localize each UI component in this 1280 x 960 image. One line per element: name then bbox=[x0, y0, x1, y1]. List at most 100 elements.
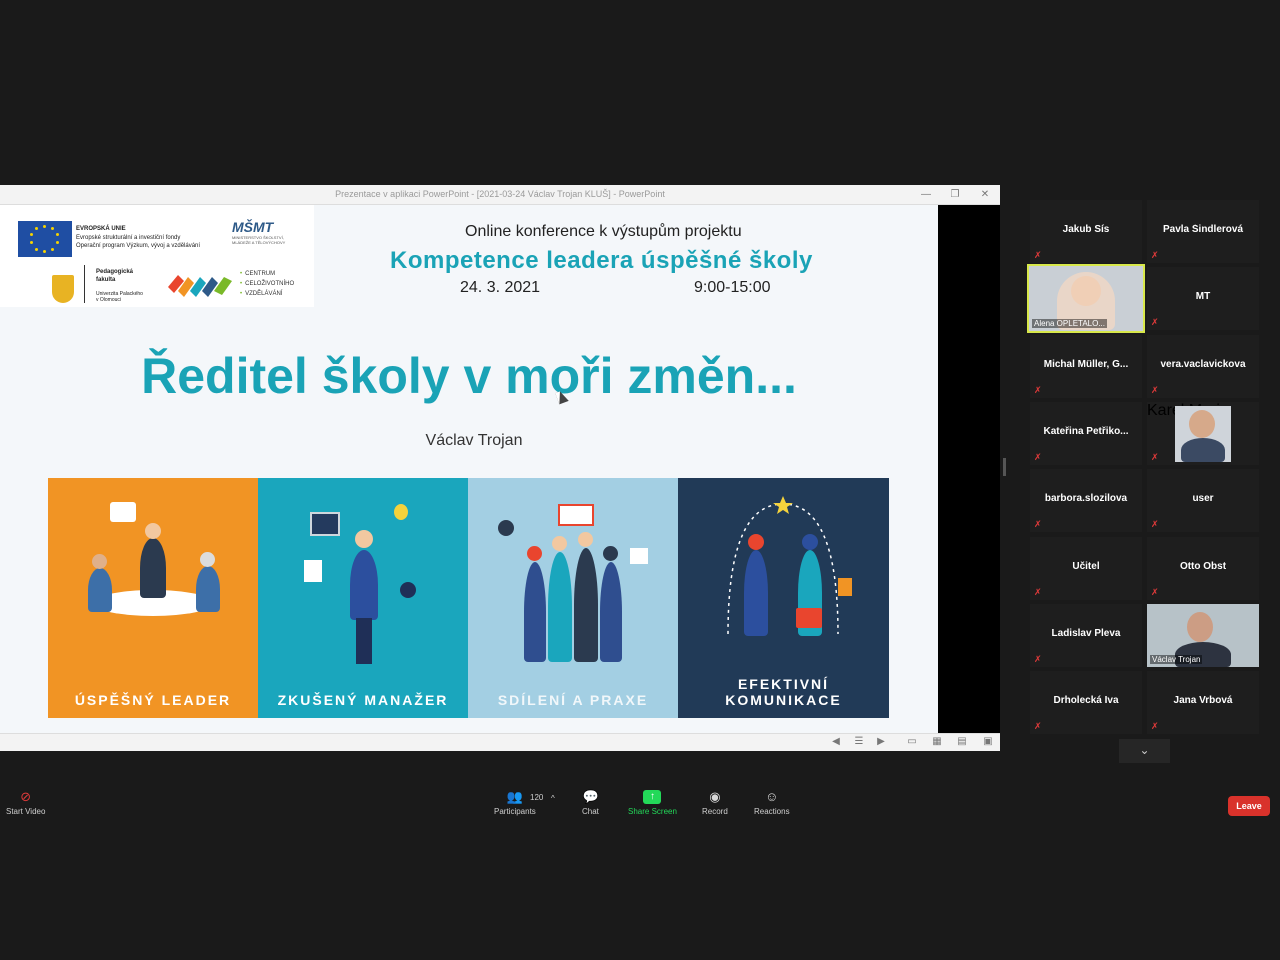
reading-view-icon[interactable]: ▤ bbox=[956, 736, 968, 748]
participants-icon: 👥 bbox=[506, 789, 524, 804]
face-icon bbox=[1189, 410, 1215, 438]
person-head-icon bbox=[603, 546, 618, 561]
reactions-icon: ☺ bbox=[765, 789, 779, 804]
participant-tile[interactable]: Jakub Sís ✗ bbox=[1030, 200, 1142, 263]
conference-title: Kompetence leadera úspěšné školy bbox=[390, 247, 813, 274]
participant-name: Jana Vrbová bbox=[1173, 695, 1233, 706]
participant-tile[interactable]: user ✗ bbox=[1147, 469, 1259, 532]
conference-date: 24. 3. 2021 bbox=[460, 279, 541, 296]
panel-label: SDÍLENÍ A PRAXE bbox=[497, 692, 649, 708]
share-screen-icon: ↑ bbox=[643, 790, 662, 804]
leader-figure-icon bbox=[140, 538, 166, 598]
logo-divider bbox=[84, 265, 85, 303]
msmt-mark: MŠMT bbox=[232, 219, 274, 235]
ccv-label-1: CENTRUM bbox=[245, 271, 276, 277]
participant-tile[interactable]: Učitel ✗ bbox=[1030, 537, 1142, 600]
close-icon[interactable]: ✕ bbox=[973, 185, 997, 204]
participant-name: Ladislav Pleva bbox=[1051, 628, 1121, 639]
participant-name: Alena OPLETALO... bbox=[1032, 319, 1107, 328]
panel-successful-leader: ÚSPĚŠNÝ LEADER bbox=[48, 478, 258, 718]
share-screen-button[interactable]: ↑ Share Screen bbox=[628, 790, 677, 816]
powerpoint-statusbar: ◀ ☰ ▶ ▭ ▦ ▤ ▣ bbox=[0, 733, 1000, 751]
slideshow-icon[interactable]: ▣ bbox=[982, 736, 994, 748]
gallery-next-page-button[interactable]: ⌄ bbox=[1119, 739, 1170, 763]
ccv-label-2: CELOŽIVOTNÍHO bbox=[245, 281, 295, 287]
participant-tile[interactable]: Pavla Šindlerová ✗ bbox=[1147, 200, 1259, 263]
muted-mic-icon: ✗ bbox=[1034, 452, 1042, 462]
slide-author: Václav Trojan bbox=[425, 432, 523, 449]
next-slide-icon[interactable]: ▶ bbox=[875, 736, 887, 748]
participant-tile[interactable]: Kateřina Petřiko... ✗ bbox=[1030, 402, 1142, 465]
participants-caret-icon[interactable]: ^ bbox=[551, 794, 555, 803]
ccv-legend: • CENTRUM • CELOŽIVOTNÍHO • VZDĚLÁVÁNÍ bbox=[240, 271, 295, 297]
slide-sorter-icon[interactable]: ▦ bbox=[931, 736, 943, 748]
previous-slide-icon[interactable]: ◀ bbox=[830, 736, 842, 748]
presentation-slide: EVROPSKÁ UNIE Evropské strukturální a in… bbox=[0, 205, 938, 733]
faculty-crest-icon bbox=[52, 275, 74, 303]
participant-name: Pavla Šindlerová bbox=[1162, 224, 1244, 235]
normal-view-icon[interactable]: ▭ bbox=[906, 736, 918, 748]
leave-button[interactable]: Leave bbox=[1228, 796, 1270, 816]
chevron-down-icon: ⌄ bbox=[1139, 743, 1150, 757]
participant-tile[interactable]: Otto Obst ✗ bbox=[1147, 537, 1259, 600]
participant-tile[interactable]: barbora.slozilova ✗ bbox=[1030, 469, 1142, 532]
muted-mic-icon: ✗ bbox=[1034, 721, 1042, 731]
university-label-2: v Olomouci bbox=[96, 297, 122, 303]
panel-experienced-manager: ZKUŠENÝ MANAŽER bbox=[258, 478, 468, 718]
minimize-icon[interactable]: — bbox=[914, 185, 938, 204]
msmt-caption: MINISTERSTVO ŠKOLSTVÍ, MLÁDEŽE A TĚLOVÝC… bbox=[232, 235, 286, 245]
participant-name: MT bbox=[1195, 291, 1211, 302]
restore-icon[interactable]: ❐ bbox=[943, 185, 967, 204]
muted-mic-icon: ✗ bbox=[1151, 250, 1159, 260]
illustration-panels: ÚSPĚŠNÝ LEADER ZKUŠENÝ MANAŽER SDÍLENÍ A… bbox=[48, 478, 889, 718]
network-arc-icon bbox=[727, 496, 839, 635]
faculty-label-2: fakulta bbox=[96, 277, 116, 283]
money-bag-icon bbox=[400, 582, 416, 598]
panel-effective-communication: EFEKTIVNÍ KOMUNIKACE bbox=[678, 478, 889, 718]
participant-tile[interactable]: Drholecká Iva ✗ bbox=[1030, 671, 1142, 734]
person-head-icon bbox=[200, 552, 215, 567]
msmt-logo: MŠMT MINISTERSTVO ŠKOLSTVÍ, MLÁDEŽE A TĚ… bbox=[232, 219, 300, 259]
participant-name: barbora.slozilova bbox=[1044, 493, 1128, 504]
chat-button[interactable]: 💬 Chat bbox=[582, 790, 599, 817]
participant-name: Kateřina Petřiko... bbox=[1043, 426, 1129, 437]
slide-list-icon[interactable]: ☰ bbox=[853, 736, 865, 748]
panel-label: ÚSPĚŠNÝ LEADER bbox=[74, 692, 232, 708]
record-button[interactable]: ◉ Record bbox=[702, 790, 728, 817]
face-icon bbox=[1187, 612, 1213, 642]
project-logos: EVROPSKÁ UNIE Evropské strukturální a in… bbox=[0, 205, 314, 307]
faculty-label-1: Pedagogická bbox=[96, 269, 134, 275]
participant-tile[interactable]: Jana Vrbová ✗ bbox=[1147, 671, 1259, 734]
person-figure-icon bbox=[524, 562, 546, 662]
ccv-label-3: VZDĚLÁVÁNÍ bbox=[245, 291, 283, 297]
participant-video-tile[interactable]: Alena OPLETALO... bbox=[1027, 264, 1145, 333]
briefcase-icon bbox=[796, 608, 822, 628]
manager-figure-icon bbox=[350, 550, 378, 620]
powerpoint-titlebar: Prezentace v aplikaci PowerPoint - [2021… bbox=[0, 185, 1000, 205]
split-resize-handle[interactable] bbox=[1003, 458, 1006, 476]
participants-label: Participants bbox=[494, 807, 536, 816]
start-video-button[interactable]: ⊘ Start Video bbox=[6, 790, 45, 817]
manager-legs-icon bbox=[356, 618, 372, 664]
person-head-icon bbox=[802, 534, 818, 550]
chat-label: Chat bbox=[582, 807, 599, 816]
face-icon bbox=[1071, 276, 1101, 306]
manager-head-icon bbox=[355, 530, 373, 548]
eu-program-label: Operační program Výzkum, vývoj a vzděláv… bbox=[76, 243, 201, 249]
participant-name: Otto Obst bbox=[1179, 561, 1227, 572]
shirt-icon bbox=[1181, 438, 1225, 462]
conference-subtitle: Online konference k výstupům projektu bbox=[465, 223, 742, 240]
document-icon bbox=[838, 578, 852, 596]
shared-screen: Prezentace v aplikaci PowerPoint - [2021… bbox=[0, 185, 1000, 751]
participant-video-tile[interactable]: Václav Trojan bbox=[1147, 604, 1259, 667]
participant-tile[interactable]: vera.vaclavickova ✗ bbox=[1147, 335, 1259, 398]
muted-mic-icon: ✗ bbox=[1034, 587, 1042, 597]
reactions-button[interactable]: ☺ Reactions bbox=[754, 789, 790, 817]
participant-tile[interactable]: ✗ Karel Moric bbox=[1147, 402, 1259, 465]
participant-tile[interactable]: Ladislav Pleva ✗ bbox=[1030, 604, 1142, 667]
person-head-icon bbox=[578, 532, 593, 547]
laptop-icon bbox=[310, 512, 340, 536]
participant-tile[interactable]: Michal Müller, G... ✗ bbox=[1030, 335, 1142, 398]
person-figure-icon bbox=[600, 562, 622, 662]
participant-tile[interactable]: MT ✗ bbox=[1147, 267, 1259, 330]
